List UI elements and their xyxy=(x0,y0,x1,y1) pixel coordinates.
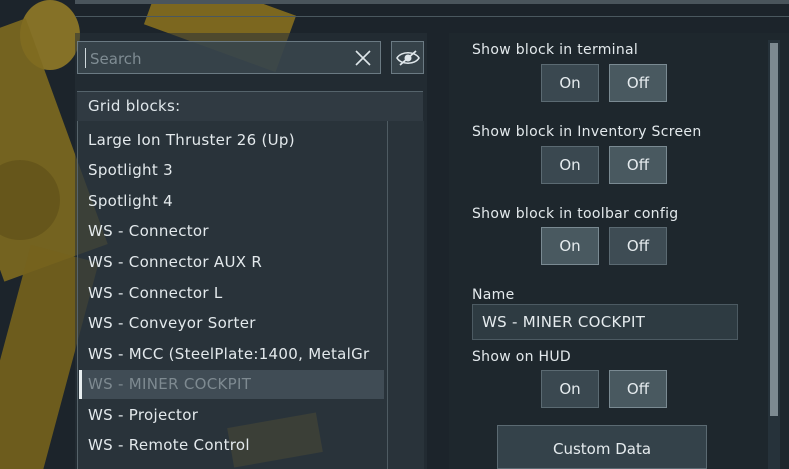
list-item-label: Spotlight 3 xyxy=(88,161,173,179)
list-item[interactable]: Spotlight 3 xyxy=(79,156,384,185)
list-item-label: Large Ion Thruster 26 (Up) xyxy=(88,131,295,149)
list-item[interactable]: WS - Remote Control xyxy=(79,431,384,460)
list-item[interactable]: Large Ion Thruster 26 (Up) xyxy=(79,126,384,155)
show-in-toolbar-label: Show block in toolbar config xyxy=(472,206,679,222)
list-item[interactable]: WS - Connector L xyxy=(79,279,384,308)
list-column-divider xyxy=(387,121,388,469)
list-item[interactable]: Spotlight 4 xyxy=(79,187,384,216)
list-item[interactable]: WS - Projector xyxy=(79,401,384,430)
name-field-value: WS - MINER COCKPIT xyxy=(482,313,646,331)
list-item[interactable]: WS - Connector AUX R xyxy=(79,248,384,277)
text-caret xyxy=(85,48,86,68)
show-in-inventory-off-button[interactable]: Off xyxy=(609,146,667,184)
show-in-toolbar-off-button[interactable]: Off xyxy=(609,227,667,265)
list-item-label: WS - Connector xyxy=(88,222,209,240)
grid-blocks-header-label: Grid blocks: xyxy=(88,97,181,115)
show-in-terminal-off-button[interactable]: Off xyxy=(609,64,667,102)
list-item-label: WS - MINER COCKPIT xyxy=(88,375,252,393)
search-box[interactable] xyxy=(77,41,381,74)
show-in-terminal-on-button[interactable]: On xyxy=(541,64,599,102)
list-item-label: WS - Projector xyxy=(88,406,199,424)
show-on-hud-off-button[interactable]: Off xyxy=(609,370,667,408)
clear-icon[interactable] xyxy=(354,49,372,67)
list-item-selected[interactable]: WS - MINER COCKPIT xyxy=(79,370,384,399)
grid-blocks-header: Grid blocks: xyxy=(77,91,423,121)
show-in-toolbar-on-button[interactable]: On xyxy=(541,227,599,265)
name-field[interactable]: WS - MINER COCKPIT xyxy=(472,304,738,340)
list-item-label: WS - Connector L xyxy=(88,284,223,302)
top-tab-bar xyxy=(75,0,789,4)
list-item[interactable]: WS - MCC (SteelPlate:1400, MetalGr xyxy=(79,340,384,369)
settings-scrollbar-thumb[interactable] xyxy=(770,43,778,416)
hide-blocks-toggle-button[interactable] xyxy=(391,41,424,74)
list-item[interactable]: WS - Conveyor Sorter xyxy=(79,309,384,338)
list-item[interactable]: WS - Connector xyxy=(79,217,384,246)
list-item-label: WS - Remote Control xyxy=(88,436,250,454)
show-on-hud-label: Show on HUD xyxy=(472,349,571,365)
list-item-label: WS - MCC (SteelPlate:1400, MetalGr xyxy=(88,345,370,363)
show-in-inventory-on-button[interactable]: On xyxy=(541,146,599,184)
eye-slash-icon xyxy=(396,50,420,66)
list-item-label: WS - Connector AUX R xyxy=(88,253,263,271)
show-on-hud-on-button[interactable]: On xyxy=(541,370,599,408)
list-item-label: WS - Conveyor Sorter xyxy=(88,314,256,332)
list-item-label: Spotlight 4 xyxy=(88,192,173,210)
show-in-terminal-label: Show block in terminal xyxy=(472,42,639,58)
custom-data-button[interactable]: Custom Data xyxy=(497,425,707,469)
header-divider xyxy=(75,16,789,17)
name-label: Name xyxy=(472,287,515,303)
custom-data-button-label: Custom Data xyxy=(552,440,652,458)
show-in-inventory-label: Show block in Inventory Screen xyxy=(472,124,702,140)
search-input[interactable] xyxy=(88,46,342,72)
